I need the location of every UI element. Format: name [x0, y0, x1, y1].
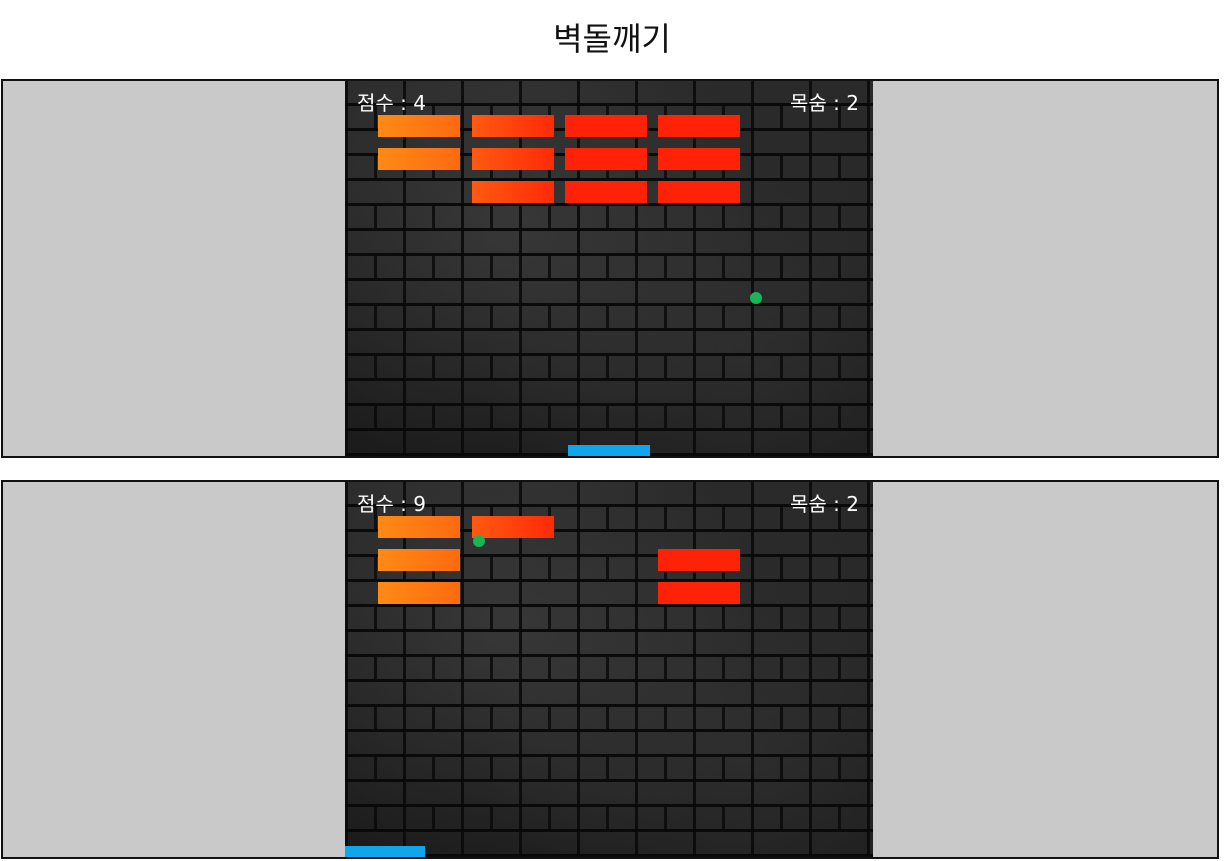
- paddle[interactable]: [345, 846, 425, 857]
- brick: [378, 148, 460, 170]
- brick: [378, 582, 460, 604]
- score-label: 점수 : 9: [357, 492, 426, 516]
- score-label: 점수 : 4: [357, 91, 426, 115]
- lives-label: 목숨 : 2: [790, 492, 859, 516]
- brick: [658, 582, 740, 604]
- brick: [565, 115, 647, 137]
- brick: [565, 181, 647, 203]
- game-canvas-2[interactable]: 점수 : 9 목숨 : 2: [345, 482, 873, 857]
- paddle[interactable]: [568, 445, 650, 456]
- page-title: 벽돌깨기: [553, 20, 671, 58]
- brick: [472, 115, 554, 137]
- brick: [658, 549, 740, 571]
- brick: [378, 516, 460, 538]
- ball: [473, 535, 485, 547]
- game-panel-2: 점수 : 9 목숨 : 2: [1, 480, 1219, 859]
- brick: [658, 181, 740, 203]
- brick: [378, 549, 460, 571]
- brick: [472, 181, 554, 203]
- brick: [378, 115, 460, 137]
- ball: [750, 292, 762, 304]
- brick: [472, 148, 554, 170]
- lives-label: 목숨 : 2: [790, 91, 859, 115]
- brick: [472, 516, 554, 538]
- game-panel-1: 점수 : 4 목숨 : 2: [1, 79, 1219, 458]
- brick: [658, 115, 740, 137]
- brick: [658, 148, 740, 170]
- brick: [565, 148, 647, 170]
- game-canvas-1[interactable]: 점수 : 4 목숨 : 2: [345, 81, 873, 456]
